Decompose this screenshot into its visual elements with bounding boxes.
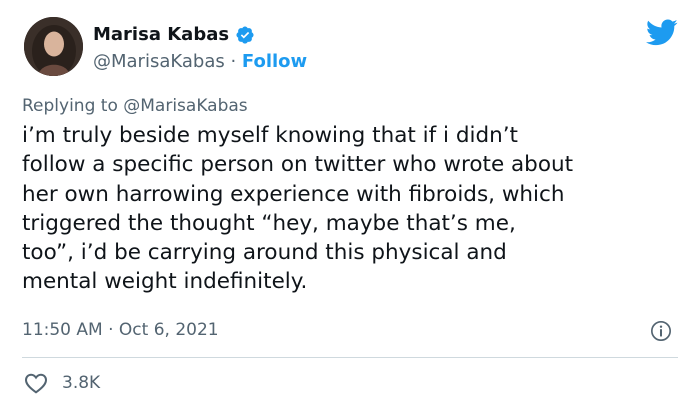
like-button[interactable]: 3.8K [24, 372, 100, 394]
info-icon[interactable] [650, 320, 672, 342]
divider [22, 357, 678, 358]
author-display-name[interactable]: Marisa Kabas [93, 24, 229, 45]
twitter-bird-icon[interactable] [646, 18, 678, 46]
tweet-time: 11:50 AM [22, 320, 103, 340]
tweet-timestamp[interactable]: 11:50 AM · Oct 6, 2021 [22, 320, 219, 340]
heart-icon [24, 373, 48, 394]
tweet-date: Oct 6, 2021 [118, 320, 219, 340]
replying-to-line: Replying to @MarisaKabas [22, 96, 248, 116]
follow-button[interactable]: Follow [242, 51, 307, 72]
avatar[interactable] [24, 17, 83, 76]
author-name-row: Marisa Kabas [93, 24, 255, 45]
verified-badge-icon [236, 25, 254, 44]
author-handle-row: @MarisaKabas · Follow [93, 51, 307, 72]
avatar-image [24, 17, 83, 76]
meta-separator: · [102, 320, 119, 340]
tweet-text: i’m truly beside myself knowing that if … [22, 123, 574, 295]
author-handle[interactable]: @MarisaKabas [93, 51, 225, 72]
like-count: 3.8K [62, 373, 101, 393]
replying-to-mention[interactable]: @MarisaKabas [123, 96, 247, 116]
handle-separator: · [224, 51, 242, 72]
replying-to-prefix: Replying to [22, 96, 124, 116]
